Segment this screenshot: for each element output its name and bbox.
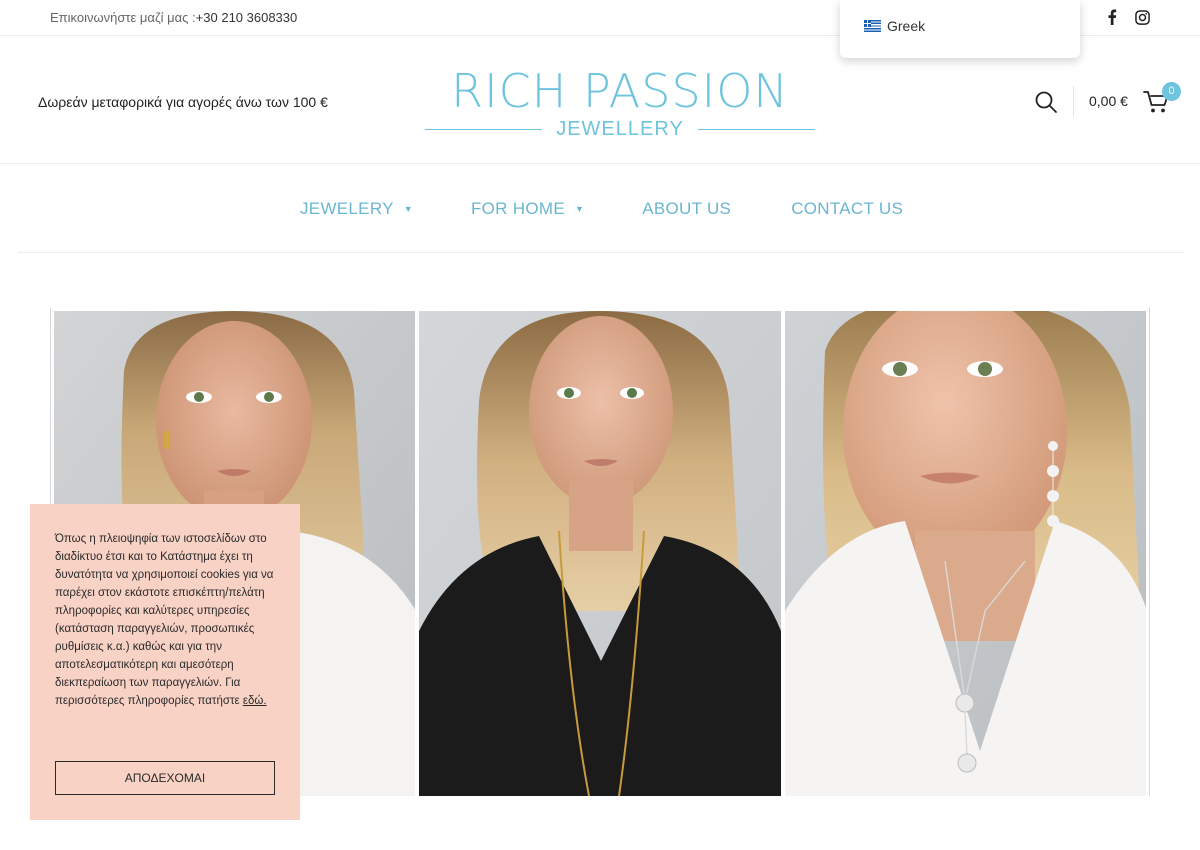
language-option-label: Greek — [887, 18, 926, 34]
main-navigation: JEWELERY ▼ FOR HOME ▼ ABOUT US CONTACT U… — [18, 164, 1184, 253]
search-icon[interactable] — [1034, 90, 1058, 114]
header-divider — [1073, 86, 1074, 116]
nav-item-label: ABOUT US — [642, 199, 732, 218]
free-shipping-notice: Δωρεάν μεταφορικά για αγορές άνω των 100… — [38, 94, 328, 110]
cookie-more-info-link[interactable]: εδώ. — [243, 695, 267, 707]
nav-item-label: JEWELERY — [300, 199, 394, 218]
facebook-icon[interactable] — [1104, 9, 1120, 25]
nav-item-label: FOR HOME — [470, 199, 565, 218]
language-dropdown: Greek — [840, 0, 1080, 58]
greek-flag-icon — [864, 20, 881, 32]
contact-phone[interactable]: +30 210 3608330 — [196, 10, 298, 25]
cookie-message: Όπως η πλειοψηφία των ιστοσελίδων στο δι… — [55, 533, 274, 707]
cart-total[interactable]: 0,00 € — [1089, 93, 1128, 109]
nav-item-about-us[interactable]: ABOUT US — [642, 199, 731, 219]
contact-label: Επικοινωνήστε μαζί μας : — [50, 10, 196, 25]
social-links — [1104, 9, 1150, 25]
hero-photo-2[interactable] — [419, 311, 781, 796]
logo-title: RICH PASSION — [451, 64, 789, 118]
logo-line-left — [425, 128, 543, 130]
cookie-banner: Όπως η πλειοψηφία των ιστοσελίδων στο δι… — [30, 504, 300, 820]
cookie-accept-button[interactable]: ΑΠΟΔΕΧΟΜΑΙ — [55, 761, 275, 795]
instagram-icon[interactable] — [1134, 9, 1150, 25]
hero-photo-3[interactable] — [784, 311, 1146, 796]
logo-subtitle-row: JEWELLERY — [425, 117, 816, 140]
cart-count-badge: 0 — [1162, 82, 1181, 101]
nav-item-for-home[interactable]: FOR HOME ▼ — [471, 199, 584, 219]
logo-subtitle: JEWELLERY — [556, 117, 684, 140]
logo-line-right — [697, 128, 816, 130]
caret-down-icon: ▼ — [574, 204, 585, 214]
site-logo[interactable]: RICH PASSION JEWELLERY — [425, 64, 816, 141]
nav-item-jewelery[interactable]: JEWELERY ▼ — [300, 199, 413, 219]
language-option-greek[interactable]: Greek — [864, 18, 925, 34]
caret-down-icon: ▼ — [403, 204, 413, 214]
contact-info: Επικοινωνήστε μαζί μας :+30 210 3608330 — [50, 10, 297, 25]
nav-item-contact-us[interactable]: CONTACT US — [791, 199, 903, 219]
cookie-text: Όπως η πλειοψηφία των ιστοσελίδων στο δι… — [55, 530, 275, 710]
nav-item-label: CONTACT US — [791, 199, 904, 218]
